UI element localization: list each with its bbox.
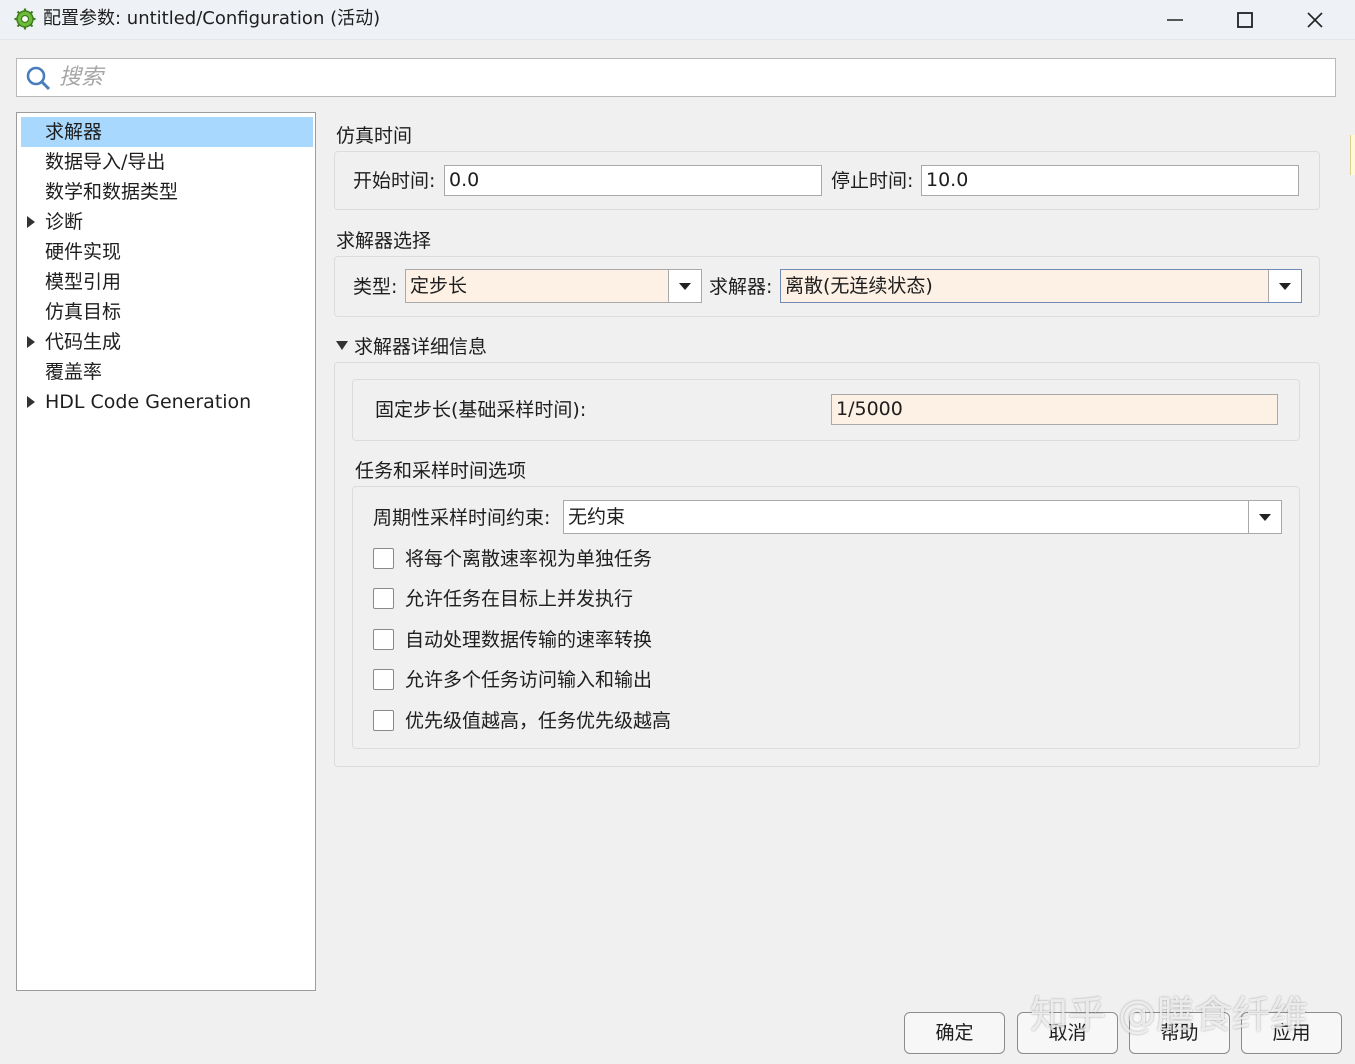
checkbox-label: 将每个离散速率视为单独任务 — [405, 548, 653, 570]
tasking-title: 任务和采样时间选项 — [355, 460, 527, 482]
fixed-step-label: 固定步长(基础采样时间): — [375, 399, 587, 421]
chevron-down-icon — [1259, 513, 1271, 521]
minimize-button[interactable] — [1140, 0, 1210, 40]
solver-dropdown[interactable]: 离散(无连续状态) — [780, 269, 1302, 303]
expand-arrow-icon[interactable] — [27, 216, 35, 228]
checkbox-priority-order[interactable] — [373, 710, 394, 731]
type-value: 定步长 — [410, 275, 468, 297]
fixed-step-input[interactable]: 1/5000 — [831, 394, 1278, 425]
tree-item-label: 覆盖率 — [45, 361, 103, 383]
constraint-label: 周期性采样时间约束: — [373, 507, 551, 529]
checkbox-label: 优先级值越高，任务优先级越高 — [405, 710, 672, 732]
collapse-arrow-icon[interactable] — [336, 341, 348, 350]
solver-select-title: 求解器选择 — [336, 230, 432, 252]
category-tree: 求解器 数据导入/导出 数学和数据类型 诊断 硬件实现 模型引用 仿真目标 代码… — [16, 112, 316, 991]
maximize-button[interactable] — [1210, 0, 1280, 40]
cancel-button[interactable]: 取消 — [1017, 1012, 1118, 1054]
tree-item-label: HDL Code Generation — [45, 391, 252, 413]
dropdown-button[interactable] — [668, 270, 701, 302]
tree-item-label: 模型引用 — [45, 271, 122, 293]
tree-item-code-generation[interactable]: 代码生成 — [21, 327, 313, 357]
start-time-label: 开始时间: — [353, 170, 436, 192]
solver-details-title: 求解器详细信息 — [354, 336, 488, 358]
maximize-icon — [1237, 12, 1253, 28]
background-edge — [1350, 135, 1355, 175]
start-time-input[interactable]: 0.0 — [444, 165, 822, 196]
ok-button[interactable]: 确定 — [904, 1012, 1005, 1054]
checkbox-label: 允许多个任务访问输入和输出 — [405, 669, 653, 691]
solver-label: 求解器: — [709, 276, 773, 298]
tree-item-label: 数据导入/导出 — [45, 151, 166, 173]
stop-time-label: 停止时间: — [831, 170, 914, 192]
type-label: 类型: — [353, 276, 398, 298]
tree-item-solver[interactable]: 求解器 — [21, 117, 313, 147]
checkbox-concurrent-tasks[interactable] — [373, 588, 394, 609]
checkbox-separate-tasks[interactable] — [373, 548, 394, 569]
chevron-down-icon — [679, 282, 691, 290]
checkbox-label: 自动处理数据传输的速率转换 — [405, 629, 653, 651]
close-button[interactable] — [1280, 0, 1350, 40]
sim-time-title: 仿真时间 — [336, 125, 413, 147]
tree-item-math-data-types[interactable]: 数学和数据类型 — [21, 177, 313, 207]
stop-time-input[interactable]: 10.0 — [921, 165, 1299, 196]
expand-arrow-icon[interactable] — [27, 396, 35, 408]
checkbox-label: 允许任务在目标上并发执行 — [405, 588, 634, 610]
tree-item-label: 求解器 — [45, 121, 103, 143]
apply-button[interactable]: 应用 — [1241, 1012, 1342, 1054]
constraint-dropdown[interactable]: 无约束 — [563, 500, 1282, 534]
solver-value: 离散(无连续状态) — [785, 275, 933, 297]
tree-item-coverage[interactable]: 覆盖率 — [21, 357, 313, 387]
help-button[interactable]: 帮助 — [1129, 1012, 1230, 1054]
app-gear-icon — [14, 8, 36, 30]
chevron-down-icon — [1279, 282, 1291, 290]
tree-item-hardware[interactable]: 硬件实现 — [21, 237, 313, 267]
tree-item-diagnostics[interactable]: 诊断 — [21, 207, 313, 237]
tree-item-label: 硬件实现 — [45, 241, 122, 263]
tree-item-label: 数学和数据类型 — [45, 181, 179, 203]
checkbox-rate-transition[interactable] — [373, 629, 394, 650]
close-icon — [1307, 12, 1323, 28]
search-box[interactable] — [16, 58, 1336, 97]
tree-item-label: 代码生成 — [45, 331, 122, 353]
tree-item-sim-target[interactable]: 仿真目标 — [21, 297, 313, 327]
tree-item-model-reference[interactable]: 模型引用 — [21, 267, 313, 297]
expand-arrow-icon[interactable] — [27, 336, 35, 348]
search-input[interactable] — [57, 62, 1317, 93]
tree-item-label: 诊断 — [45, 211, 84, 233]
type-dropdown[interactable]: 定步长 — [405, 269, 702, 303]
checkbox-multi-task-io[interactable] — [373, 669, 394, 690]
tree-item-data-import-export[interactable]: 数据导入/导出 — [21, 147, 313, 177]
search-icon — [25, 65, 51, 91]
dropdown-button[interactable] — [1268, 270, 1301, 302]
constraint-value: 无约束 — [568, 506, 626, 528]
window-title: 配置参数: untitled/Configuration (活动) — [43, 8, 381, 29]
tree-item-label: 仿真目标 — [45, 301, 122, 323]
dropdown-button[interactable] — [1248, 501, 1281, 533]
tree-item-hdl-code-generation[interactable]: HDL Code Generation — [21, 387, 313, 417]
minimize-icon — [1167, 19, 1183, 21]
